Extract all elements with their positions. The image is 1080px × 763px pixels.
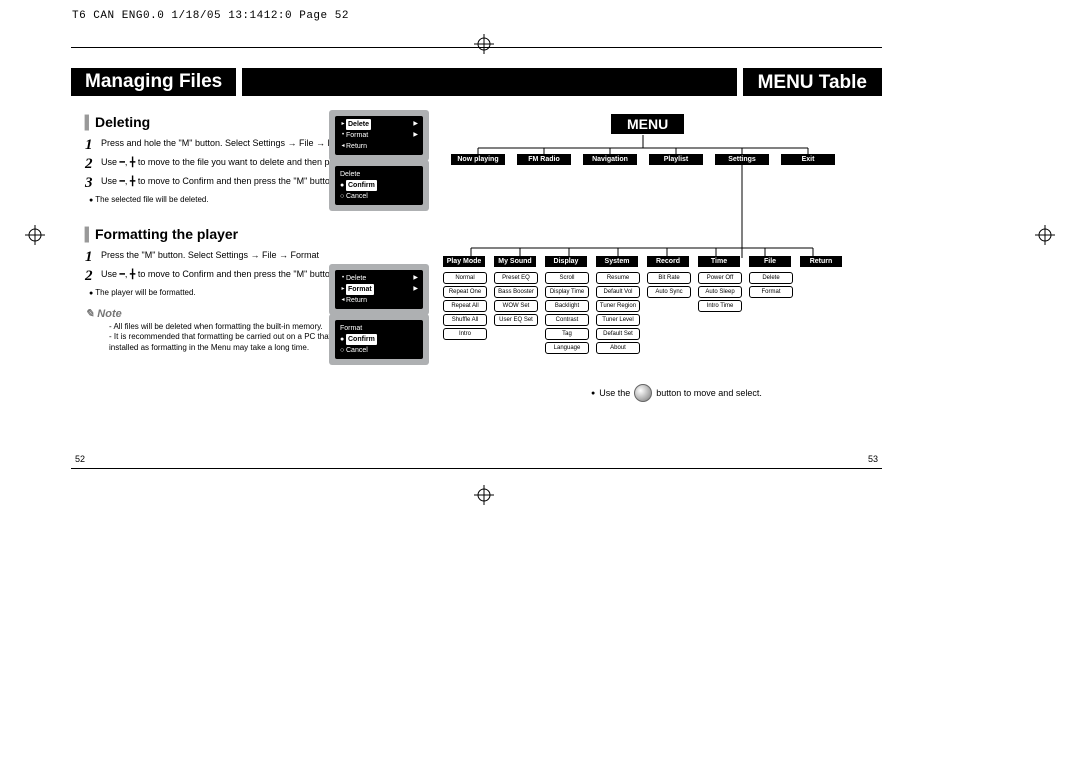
menu-option: Preset EQ <box>494 272 538 284</box>
menu-row-1: Now playing FM Radio Navigation Playlist Set… <box>451 154 835 165</box>
menu-option: Tag <box>545 328 589 340</box>
menu-option: Shuffle All <box>443 314 487 326</box>
device-screen-format-confirm: Format ●Confirm ○Cancel <box>329 314 429 365</box>
step-number: 3 <box>85 175 101 192</box>
menu-option: Format <box>749 286 793 298</box>
step-number: 1 <box>85 249 101 266</box>
menu-option: Power Off <box>698 272 742 284</box>
menu-level2-head: Time <box>698 256 740 267</box>
menu-option: Bit Rate <box>647 272 691 284</box>
menu-option: Tuner Region <box>596 300 640 312</box>
menu-level1-item: Exit <box>781 154 835 165</box>
menu-level1-item: FM Radio <box>517 154 571 165</box>
title-bar-fill <box>242 68 736 96</box>
menu-level2-head: System <box>596 256 638 267</box>
left-page: Deleting 1Press and hole the "M" button.… <box>71 114 451 353</box>
jog-dial-icon <box>634 384 652 402</box>
menu-option: Delete <box>749 272 793 284</box>
menu-option: Display Time <box>545 286 589 298</box>
page-title-right: MENU Table <box>743 68 882 96</box>
menu-level2-column: System Resume Default Vol Tuner Region Tuner… <box>596 256 640 354</box>
menu-option: WOW Set <box>494 300 538 312</box>
menu-option: About <box>596 342 640 354</box>
menu-level2-head: Play Mode <box>443 256 485 267</box>
menu-level1-item: Navigation <box>583 154 637 165</box>
device-screen-delete-confirm: Delete ●Confirm ○Cancel <box>329 160 429 211</box>
menu-level2-head: Record <box>647 256 689 267</box>
menu-level2-column: Play Mode Normal Repeat One Repeat All Shuff… <box>443 256 487 354</box>
menu-option: Language <box>545 342 589 354</box>
section-formatting: Formatting the player <box>85 226 445 243</box>
registration-mark-left <box>25 225 45 248</box>
menu-level2-column: File Delete Format <box>749 256 793 354</box>
hint-text-a: Use the <box>599 388 630 398</box>
menu-level2-column: My Sound Preset EQ Bass Booster WOW Set User… <box>494 256 538 354</box>
menu-option: Auto Sleep <box>698 286 742 298</box>
menu-level2-column: Return <box>800 256 842 354</box>
menu-level2-column: Display Scroll Display Time Backlight Contra… <box>545 256 589 354</box>
navigation-hint: Use the button to move and select. <box>591 384 762 402</box>
menu-option: Contrast <box>545 314 589 326</box>
menu-option: Default Vol <box>596 286 640 298</box>
step-number: 1 <box>85 137 101 154</box>
step-number: 2 <box>85 268 101 285</box>
hint-text-b: button to move and select. <box>656 388 762 398</box>
menu-option: Auto Sync <box>647 286 691 298</box>
menu-option: Tuner Level <box>596 314 640 326</box>
menu-level2-head: Display <box>545 256 587 267</box>
menu-level2-head: File <box>749 256 791 267</box>
page-number-right: 53 <box>868 454 878 464</box>
right-page: MENU <box>451 114 882 353</box>
registration-mark-right <box>1035 225 1055 248</box>
step-number: 2 <box>85 156 101 173</box>
menu-option: Intro Time <box>698 300 742 312</box>
page-title-left: Managing Files <box>71 68 236 96</box>
menu-option: Normal <box>443 272 487 284</box>
page-number-left: 52 <box>75 454 85 464</box>
registration-mark-bottom <box>474 485 494 508</box>
menu-option: Intro <box>443 328 487 340</box>
menu-option: Repeat One <box>443 286 487 298</box>
menu-row-2: Play Mode Normal Repeat One Repeat All Shuff… <box>443 256 842 354</box>
menu-level1-item: Playlist <box>649 154 703 165</box>
menu-option: Default Set <box>596 328 640 340</box>
menu-level2-head: Return <box>800 256 842 267</box>
menu-level1-item: Settings <box>715 154 769 165</box>
menu-option: Bass Booster <box>494 286 538 298</box>
menu-option: Backlight <box>545 300 589 312</box>
menu-option: Repeat All <box>443 300 487 312</box>
device-screen-delete-menu: ▸Delete▶ •Format▶ ◂Return <box>329 110 429 161</box>
menu-level2-column: Time Power Off Auto Sleep Intro Time <box>698 256 742 354</box>
device-screen-format-menu: •Delete▶ ▸Format▶ ◂Return <box>329 264 429 315</box>
menu-option: Scroll <box>545 272 589 284</box>
menu-option: User EQ Set <box>494 314 538 326</box>
menu-option: Resume <box>596 272 640 284</box>
menu-level1-item: Now playing <box>451 154 505 165</box>
page-spread: Managing Files MENU Table Deleting 1Pres… <box>71 47 882 469</box>
menu-level2-column: Record Bit Rate Auto Sync <box>647 256 691 354</box>
print-header: T6 CAN ENG0.0 1/18/05 13:1412:0 Page 52 <box>72 10 349 22</box>
menu-level2-head: My Sound <box>494 256 536 267</box>
